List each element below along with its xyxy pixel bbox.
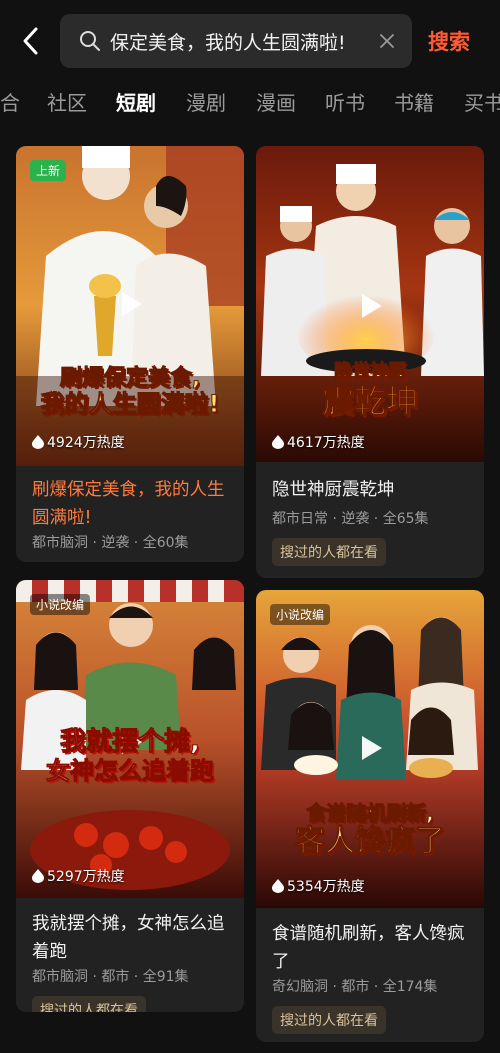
flame-icon bbox=[272, 879, 284, 893]
poster-title-line2: 我的人生圆满啦! bbox=[40, 390, 220, 419]
clear-icon bbox=[380, 34, 394, 48]
back-arrow-icon bbox=[23, 27, 38, 55]
poster-title-line2: 女神怎么追着跑 bbox=[46, 756, 215, 785]
play-icon[interactable] bbox=[350, 286, 390, 326]
adapted-badge: 小说改编 bbox=[270, 604, 331, 625]
heat-text: 4924万热度 bbox=[47, 435, 125, 451]
recommend-tag: 搜过的人都在看 bbox=[272, 1006, 386, 1034]
tab-books[interactable]: 书籍 bbox=[394, 86, 434, 120]
drama-meta: 都市脑洞 · 逆袭 · 全60集 bbox=[32, 535, 189, 551]
drama-title[interactable]: 食谱随机刷新，客人馋疯了 bbox=[272, 920, 472, 976]
recommend-tag: 搜过的人都在看 bbox=[32, 996, 146, 1012]
poster-title: 隐世神厨 震乾坤 bbox=[262, 361, 478, 420]
clear-search-button[interactable] bbox=[374, 28, 400, 54]
drama-poster[interactable]: 隐世神厨 震乾坤 4617万热度 bbox=[256, 146, 484, 462]
poster-title-line1: 隐世神厨 bbox=[334, 361, 407, 382]
tab-short-drama[interactable]: 短剧 bbox=[116, 86, 156, 120]
tab-community[interactable]: 社区 bbox=[47, 86, 87, 120]
drama-title[interactable]: 刷爆保定美食，我的人生圆满啦! bbox=[32, 476, 232, 532]
recommend-tag: 搜过的人都在看 bbox=[272, 538, 386, 566]
new-badge: 上新 bbox=[30, 160, 67, 181]
search-icon bbox=[80, 31, 100, 51]
play-icon[interactable] bbox=[110, 284, 150, 324]
search-query-text: 保定美食，我的人生圆满啦! bbox=[110, 31, 346, 54]
tab-comics[interactable]: 漫画 bbox=[256, 86, 296, 120]
drama-card[interactable]: 隐世神厨 震乾坤 4617万热度 隐世神厨震乾坤 都市日常 · 逆袭 · 全65… bbox=[256, 146, 484, 578]
drama-card[interactable]: 小说改编 食谱随机刷新, 客人馋疯了 5354万热度 食谱随机刷新，客人馋疯了 … bbox=[256, 590, 484, 1042]
play-icon[interactable] bbox=[350, 728, 390, 768]
heat-text: 5354万热度 bbox=[287, 879, 365, 895]
back-button[interactable] bbox=[14, 24, 48, 58]
drama-meta: 奇幻脑洞 · 都市 · 全174集 bbox=[272, 979, 438, 995]
poster-title: 我就摆个摊, 女神怎么追着跑 bbox=[22, 727, 238, 785]
top-bar: 保定美食，我的人生圆满啦! 搜索 bbox=[0, 0, 500, 84]
search-input[interactable]: 保定美食，我的人生圆满啦! bbox=[60, 14, 412, 68]
heat-count: 4924万热度 bbox=[32, 432, 125, 452]
drama-title[interactable]: 隐世神厨震乾坤 bbox=[272, 476, 472, 504]
poster-title-line1: 食谱随机刷新, bbox=[306, 801, 435, 825]
drama-title[interactable]: 我就摆个摊，女神怎么追着跑 bbox=[32, 910, 232, 966]
poster-title-line1: 刷爆保定美食, bbox=[59, 365, 201, 391]
drama-meta: 都市日常 · 逆袭 · 全65集 bbox=[272, 511, 429, 527]
search-button[interactable]: 搜索 bbox=[428, 26, 470, 56]
poster-title-line2: 客人馋疯了 bbox=[295, 824, 446, 859]
drama-poster[interactable]: 小说改编 食谱随机刷新, 客人馋疯了 5354万热度 bbox=[256, 590, 484, 908]
drama-poster[interactable]: 上新 刷爆保定美食, 我的人生圆满啦! 4924万热度 bbox=[16, 146, 244, 466]
drama-poster[interactable]: 小说改编 我就摆个摊, 女神怎么追着跑 5297万热度 bbox=[16, 580, 244, 898]
tab-all[interactable]: 合 bbox=[0, 86, 20, 120]
tab-buy-books[interactable]: 买书 bbox=[464, 86, 500, 120]
poster-title: 刷爆保定美食, 我的人生圆满啦! bbox=[22, 365, 238, 419]
heat-text: 4617万热度 bbox=[287, 435, 365, 451]
tab-audiobooks[interactable]: 听书 bbox=[325, 86, 365, 120]
drama-meta: 都市脑洞 · 都市 · 全91集 bbox=[32, 969, 189, 985]
tab-animated-drama[interactable]: 漫剧 bbox=[186, 86, 226, 120]
drama-card[interactable]: 上新 刷爆保定美食, 我的人生圆满啦! 4924万热度 刷爆保定美食，我的人生圆… bbox=[16, 146, 244, 562]
poster-title-line1: 我就摆个摊, bbox=[60, 727, 201, 758]
flame-icon bbox=[32, 869, 44, 883]
drama-card[interactable]: 小说改编 我就摆个摊, 女神怎么追着跑 5297万热度 我就摆个摊，女神怎么追着… bbox=[16, 580, 244, 1012]
flame-icon bbox=[32, 435, 44, 449]
heat-count: 5297万热度 bbox=[32, 866, 125, 886]
poster-title: 食谱随机刷新, 客人馋疯了 bbox=[262, 801, 478, 860]
poster-title-line2: 震乾坤 bbox=[321, 381, 418, 420]
adapted-badge: 小说改编 bbox=[30, 594, 91, 615]
category-tabs: 合 社区 短剧 漫剧 漫画 听书 书籍 买书 bbox=[0, 86, 500, 122]
flame-icon bbox=[272, 435, 284, 449]
heat-text: 5297万热度 bbox=[47, 869, 125, 885]
heat-count: 5354万热度 bbox=[272, 876, 365, 896]
heat-count: 4617万热度 bbox=[272, 432, 365, 452]
